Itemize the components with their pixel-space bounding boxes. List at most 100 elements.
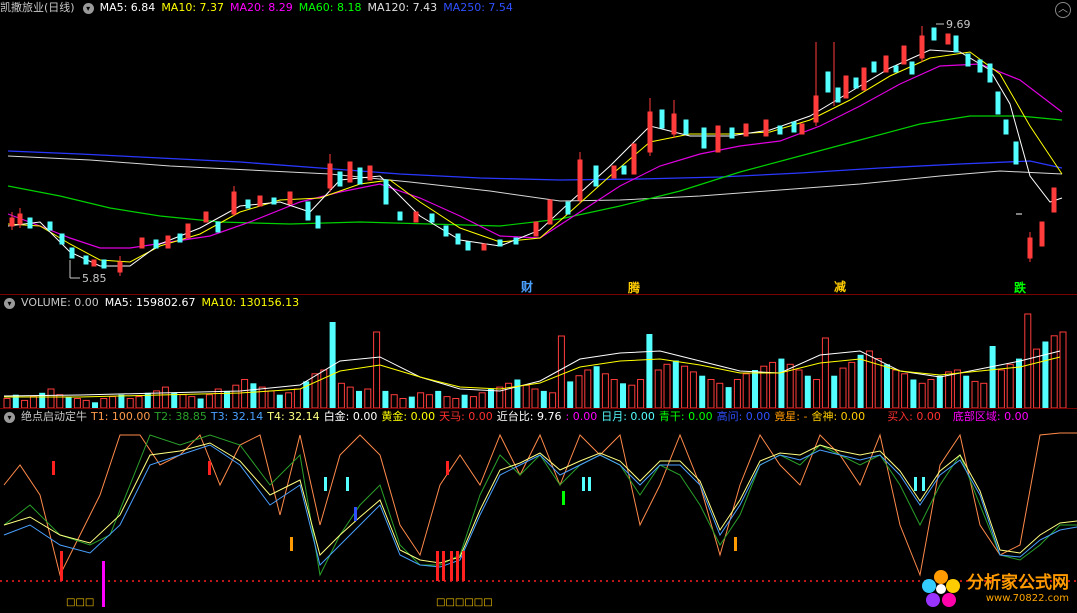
volume-bar <box>742 373 750 408</box>
volume-bar <box>927 379 935 408</box>
watermark-url: www.70822.com <box>985 592 1069 604</box>
volume-bar <box>593 366 600 408</box>
volume-bar <box>311 373 319 408</box>
volume-bar <box>118 394 125 408</box>
indicator-name[interactable]: 绝点启动定牛 <box>21 409 87 425</box>
volume-bar <box>953 369 961 408</box>
volume-bar <box>699 375 706 408</box>
watermark: 分析家公式网 www.70822.com <box>919 569 1069 609</box>
volume-bar <box>443 396 451 408</box>
volume-bar <box>725 387 732 408</box>
volume-bar <box>549 392 557 408</box>
volume-bar <box>997 369 1005 408</box>
volume-bar <box>478 392 486 408</box>
low-price-label: 5.85 <box>82 272 107 285</box>
volume-bar <box>346 386 354 408</box>
volume-chart[interactable] <box>0 311 1077 408</box>
indicator-settings-circle-icon[interactable]: ▾ <box>4 411 15 423</box>
volume-bar <box>435 390 442 408</box>
main-header: 凯撒旅业(日线) ▾ MA5: 6.84 MA10: 7.37 MA20: 8.… <box>0 0 519 16</box>
ma10-label: MA10: 7.37 <box>161 1 225 14</box>
volume-bar <box>179 394 187 408</box>
flower-logo-icon <box>922 570 960 607</box>
volume-bar <box>320 369 328 408</box>
t4-label: T4: 32.14 <box>267 410 320 423</box>
volume-bar <box>575 375 583 408</box>
event-marker-jian[interactable]: 减 <box>834 278 846 295</box>
ma5-label: MA5: 6.84 <box>99 1 156 14</box>
qinggan-label: 青干: 0.00 <box>658 410 713 423</box>
volume-bar <box>417 392 425 408</box>
volume-bar <box>884 364 890 408</box>
bottom-marks-left: □□□ <box>66 597 95 608</box>
volume-bar <box>161 386 169 408</box>
volume-bar <box>865 350 873 408</box>
volume-bar <box>100 398 108 408</box>
watermark-text: 分析家公式网 <box>967 573 1069 594</box>
volume-bar <box>1050 335 1058 408</box>
volume-bar <box>637 379 645 408</box>
volume-bar <box>258 386 266 408</box>
jintaibi-label: 近台比: 9.76 <box>496 410 562 423</box>
volume-bar <box>425 394 433 408</box>
volume-bar <box>752 370 758 408</box>
volume-bar <box>989 346 996 408</box>
ma60-line <box>7 115 1063 227</box>
volume-bar <box>1006 363 1014 408</box>
volume-bar <box>963 375 970 408</box>
settings-circle-icon[interactable]: ▾ <box>82 2 94 14</box>
volume-bar <box>408 396 415 408</box>
price-chart[interactable]: 9.69 5.85 <box>0 16 1077 294</box>
volume-settings-circle-icon[interactable]: ▾ <box>4 297 15 309</box>
volume-bar <box>945 371 953 408</box>
t4-line <box>3 442 1077 564</box>
volume-bar <box>373 331 381 408</box>
high-price-label: 9.69 <box>946 18 971 31</box>
volume-bar <box>1033 348 1041 408</box>
indicator-svg <box>0 432 1077 607</box>
volume-bar <box>584 369 592 408</box>
volume-bar <box>65 396 72 408</box>
volume-bar <box>126 398 134 408</box>
volume-bar <box>610 379 618 408</box>
volume-bar <box>654 369 662 408</box>
indicator-header: ▾ 绝点启动定牛 T1: 100.00 T2: 38.85 T3: 32.14 … <box>0 409 1029 425</box>
ma60-label: MA60: 8.18 <box>298 1 362 14</box>
volume-bar <box>337 382 345 408</box>
volume-bar <box>733 379 741 408</box>
volume-bar <box>452 398 460 408</box>
t3-line <box>3 444 1077 568</box>
volume-bar <box>628 384 636 408</box>
volume-bar <box>901 373 909 408</box>
volume-bar <box>390 394 398 408</box>
volume-bar <box>910 379 917 408</box>
volume-bar <box>795 369 803 408</box>
volume-bar <box>557 335 565 408</box>
tianma-label: 天马: 0.00 <box>439 410 493 423</box>
volume-bar <box>1042 341 1049 408</box>
ma20-label: MA20: 8.29 <box>230 1 293 14</box>
volume-bar <box>663 363 671 408</box>
volume-bar <box>707 379 715 408</box>
volume-bar <box>980 382 988 408</box>
indicator-chart[interactable] <box>0 425 1077 613</box>
volume-bar <box>109 396 117 408</box>
volume-bar <box>769 361 777 408</box>
volume-bar <box>399 398 407 408</box>
volume-bar <box>267 390 275 408</box>
volume-header: ▾ VOLUME: 0.00 MA5: 159802.67 MA10: 1301… <box>0 295 305 311</box>
t1-line <box>3 432 1077 577</box>
volume-bar <box>293 388 301 408</box>
stock-title[interactable]: 凯撒旅业(日线) <box>0 0 75 16</box>
volume-bar <box>689 371 697 408</box>
event-marker-cai[interactable]: 财 <box>521 278 533 295</box>
volume-bar <box>382 390 389 408</box>
volume-label: VOLUME: 0.00 <box>21 296 99 309</box>
volume-bar <box>971 380 979 408</box>
volume-bar <box>892 369 900 408</box>
volume-bar <box>488 389 494 408</box>
volume-bar <box>47 388 55 408</box>
volume-bar <box>461 394 468 408</box>
volume-bar <box>356 390 362 408</box>
volume-bar <box>522 384 530 408</box>
